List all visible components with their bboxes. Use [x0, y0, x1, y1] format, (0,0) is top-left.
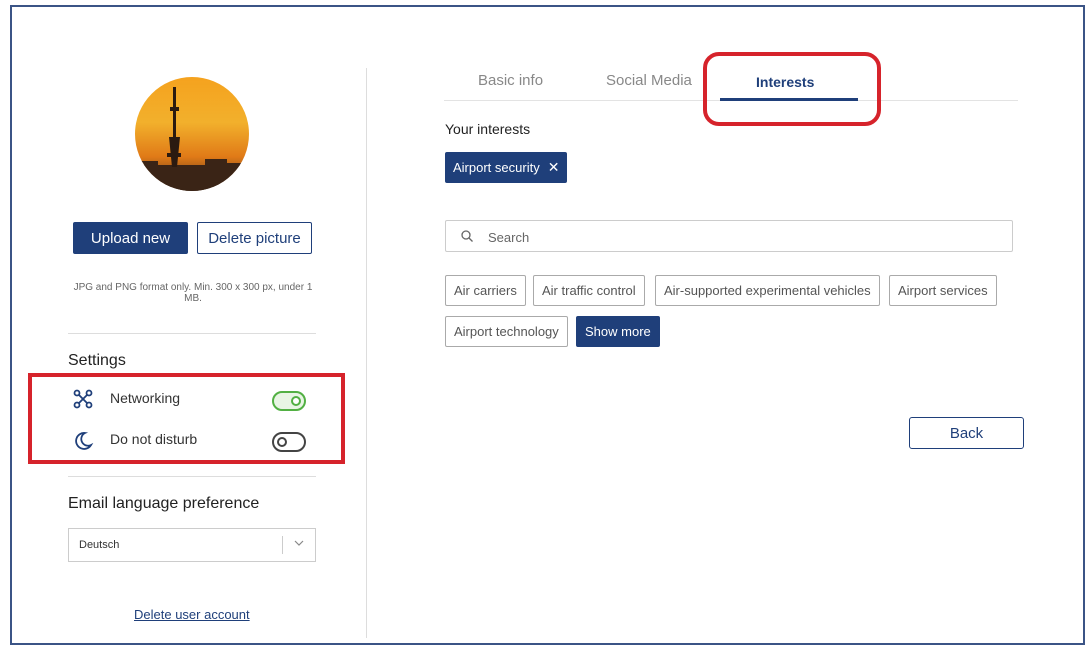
upload-hint: JPG and PNG format only. Min. 300 x 300 …	[73, 282, 313, 304]
search-icon	[460, 229, 474, 248]
settings-highlight	[28, 373, 345, 464]
chevron-down-icon	[293, 537, 305, 552]
tab-highlight	[703, 52, 881, 126]
your-interests-title: Your interests	[445, 121, 531, 137]
interest-chip-airport-services[interactable]: Airport services	[889, 275, 997, 306]
email-language-select[interactable]: Deutsch	[68, 528, 316, 562]
delete-picture-button[interactable]: Delete picture	[197, 222, 312, 254]
email-language-value: Deutsch	[79, 539, 120, 551]
avatar	[135, 77, 249, 191]
selected-interest-chip[interactable]: Airport security ✕	[445, 152, 568, 183]
search-input[interactable]	[486, 227, 990, 247]
email-language-title: Email language preference	[68, 495, 260, 512]
settings-title: Settings	[68, 352, 126, 369]
divider	[68, 476, 316, 477]
tab-basic-info[interactable]: Basic info	[478, 72, 543, 89]
tab-social-media[interactable]: Social Media	[606, 72, 692, 89]
selected-interest-label: Airport security	[453, 160, 540, 175]
delete-account-link[interactable]: Delete user account	[134, 607, 250, 622]
close-icon[interactable]: ✕	[548, 159, 560, 176]
interest-chip-air-traffic-control[interactable]: Air traffic control	[533, 275, 645, 306]
interest-chip-air-supported-vehicles[interactable]: Air-supported experimental vehicles	[655, 275, 880, 306]
back-button[interactable]: Back	[909, 417, 1024, 449]
panel-divider	[366, 68, 367, 638]
show-more-button[interactable]: Show more	[576, 316, 660, 347]
upload-new-button[interactable]: Upload new	[73, 222, 188, 254]
interest-chip-air-carriers[interactable]: Air carriers	[445, 275, 526, 306]
interests-search[interactable]	[445, 220, 1013, 252]
interest-chip-airport-technology[interactable]: Airport technology	[445, 316, 568, 347]
divider	[68, 333, 316, 334]
